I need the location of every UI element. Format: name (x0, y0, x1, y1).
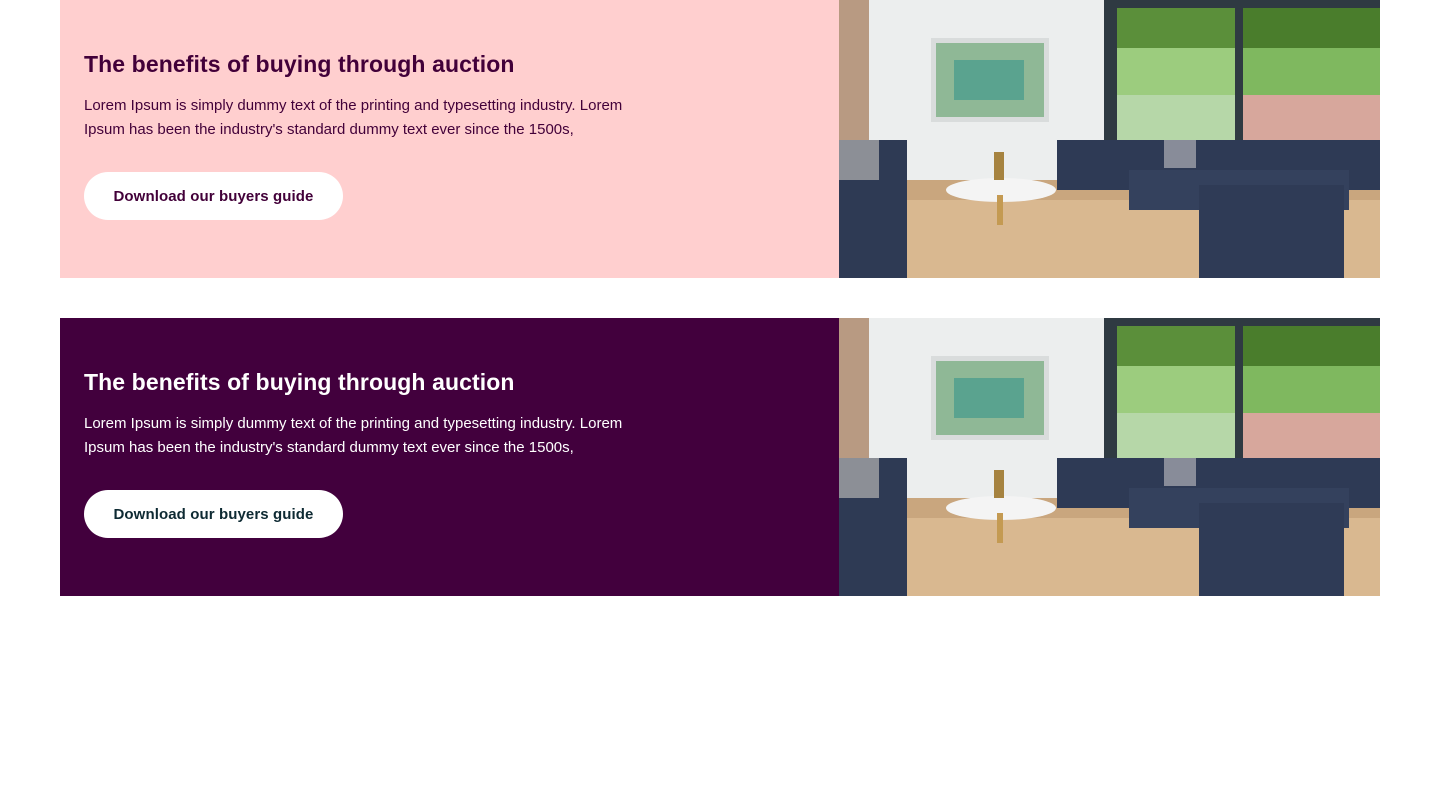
banner-title: The benefits of buying through auction (84, 369, 515, 395)
download-buyers-guide-button[interactable]: Download our buyers guide (84, 172, 343, 220)
living-room-image (839, 318, 1380, 596)
banner-description: Lorem Ipsum is simply dummy text of the … (84, 97, 623, 138)
living-room-image (839, 0, 1380, 278)
banner-title: The benefits of buying through auction (84, 51, 515, 77)
banner-text-panel: The benefits of buying through auction L… (60, 0, 839, 278)
promo-banner-light: The benefits of buying through auction L… (60, 0, 1380, 278)
banner-text-panel: The benefits of buying through auction L… (60, 318, 839, 596)
banner-description: Lorem Ipsum is simply dummy text of the … (84, 415, 623, 456)
download-buyers-guide-button[interactable]: Download our buyers guide (84, 490, 343, 538)
promo-banner-dark: The benefits of buying through auction L… (60, 318, 1380, 596)
